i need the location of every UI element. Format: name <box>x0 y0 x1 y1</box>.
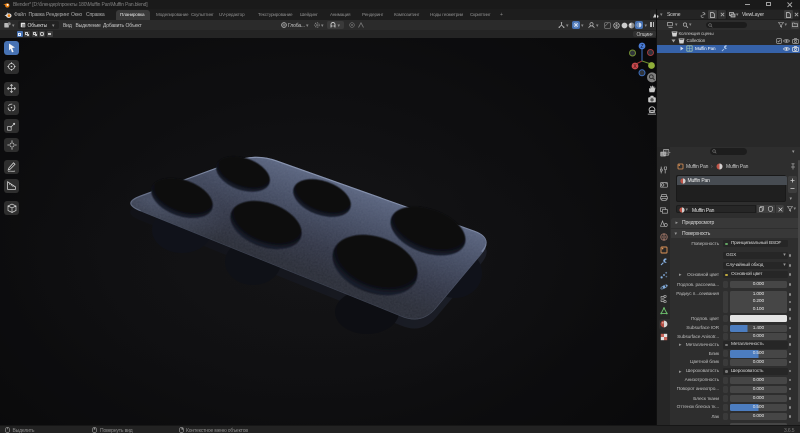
svg-text:Z: Z <box>640 44 643 50</box>
